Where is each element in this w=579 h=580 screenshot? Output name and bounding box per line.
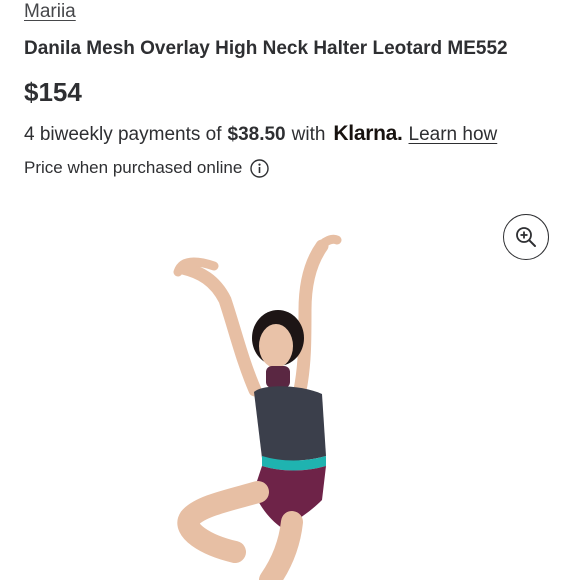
zoom-button[interactable] xyxy=(503,214,549,260)
dancer-left-arm xyxy=(176,261,262,397)
price-note: Price when purchased online xyxy=(24,158,270,178)
product-title: Danila Mesh Overlay High Neck Halter Leo… xyxy=(24,38,508,59)
klarna-with: with xyxy=(291,124,326,145)
dancer-standing-leg xyxy=(259,511,303,580)
product-image[interactable] xyxy=(0,200,579,580)
product-price: $154 xyxy=(24,77,82,107)
price-note-text: Price when purchased online xyxy=(24,158,243,177)
learn-how-link[interactable]: Learn how xyxy=(409,124,498,146)
klarna-prefix: 4 biweekly payments of xyxy=(24,124,222,145)
info-icon[interactable] xyxy=(250,158,270,178)
zoom-in-icon xyxy=(516,227,536,247)
leotard-top xyxy=(254,386,326,461)
leotard-collar xyxy=(266,366,290,388)
product-page: Mariia Danila Mesh Overlay High Neck Hal… xyxy=(0,0,579,580)
klarna-payment-info: 4 biweekly payments of $38.50 with Klarn… xyxy=(24,122,497,146)
brand-link[interactable]: Mariia xyxy=(24,1,76,23)
dancer-raised-leg xyxy=(177,481,269,563)
dancer-face xyxy=(259,324,293,368)
klarna-logo: Klarna. xyxy=(333,122,403,145)
dancer-right-arm xyxy=(293,239,329,397)
klarna-amount: $38.50 xyxy=(227,124,286,145)
